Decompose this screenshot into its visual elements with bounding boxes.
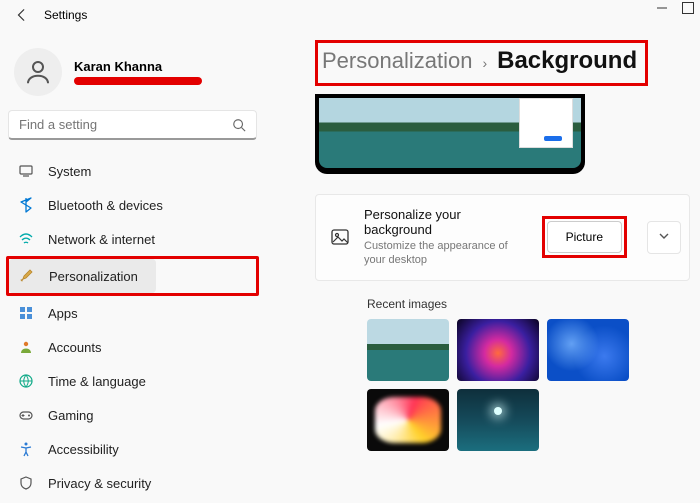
accessibility-icon <box>18 441 34 457</box>
sidebar-item-label: System <box>48 164 91 179</box>
sidebar-item-label: Accounts <box>48 340 101 355</box>
sidebar-item-label: Personalization <box>49 269 138 284</box>
sidebar: Karan Khanna System Bluetooth & devices … <box>0 30 265 503</box>
personalize-card: Personalize your background Customize th… <box>315 194 690 281</box>
recent-image-thumb[interactable] <box>367 319 449 381</box>
apps-icon <box>18 305 34 321</box>
content-area: Personalization › Background Personalize… <box>265 30 700 503</box>
highlight-personalization: Personalization <box>6 256 259 296</box>
highlight-breadcrumb: Personalization › Background <box>315 40 648 86</box>
breadcrumb-current: Background <box>497 47 637 75</box>
person-icon <box>23 57 53 87</box>
expand-button[interactable] <box>647 221 681 254</box>
search-icon <box>232 118 246 132</box>
preview-wallpaper <box>319 98 581 168</box>
account-name: Karan Khanna <box>74 59 202 74</box>
sidebar-item-system[interactable]: System <box>8 154 257 188</box>
shield-icon <box>18 475 34 491</box>
card-title: Personalize your background <box>364 207 528 237</box>
search-box[interactable] <box>8 110 257 140</box>
system-icon <box>18 163 34 179</box>
sidebar-item-network[interactable]: Network & internet <box>8 222 257 256</box>
wifi-icon <box>18 231 34 247</box>
accounts-icon <box>18 339 34 355</box>
sidebar-item-accounts[interactable]: Accounts <box>8 330 257 364</box>
arrow-left-icon <box>15 8 29 22</box>
breadcrumb: Personalization › Background <box>322 47 637 75</box>
redacted-email <box>74 77 202 85</box>
sidebar-item-label: Privacy & security <box>48 476 151 491</box>
sidebar-item-label: Apps <box>48 306 78 321</box>
globe-icon <box>18 373 34 389</box>
recent-image-thumb[interactable] <box>457 319 539 381</box>
recent-image-thumb[interactable] <box>367 389 449 451</box>
app-title: Settings <box>44 8 87 22</box>
sidebar-item-label: Time & language <box>48 374 146 389</box>
maximize-icon[interactable] <box>682 2 694 14</box>
account-block[interactable]: Karan Khanna <box>8 40 257 110</box>
recent-images-label: Recent images <box>367 297 690 311</box>
picture-icon <box>330 227 350 247</box>
background-type-dropdown[interactable]: Picture <box>547 221 622 253</box>
recent-images-grid <box>367 319 690 451</box>
chevron-down-icon <box>658 230 670 242</box>
window-controls <box>656 2 694 14</box>
paintbrush-icon <box>19 268 35 284</box>
sidebar-item-label: Gaming <box>48 408 94 423</box>
minimize-icon[interactable] <box>656 2 668 14</box>
sidebar-item-label: Bluetooth & devices <box>48 198 163 213</box>
breadcrumb-parent[interactable]: Personalization <box>322 48 472 74</box>
recent-image-thumb[interactable] <box>457 389 539 451</box>
highlight-dropdown: Picture <box>542 216 627 258</box>
gaming-icon <box>18 407 34 423</box>
preview-window <box>519 98 573 148</box>
sidebar-item-label: Network & internet <box>48 232 155 247</box>
back-button[interactable] <box>10 3 34 27</box>
sidebar-item-accessibility[interactable]: Accessibility <box>8 432 257 466</box>
bluetooth-icon <box>18 197 34 213</box>
sidebar-item-label: Accessibility <box>48 442 119 457</box>
sidebar-item-privacy[interactable]: Privacy & security <box>8 466 257 500</box>
sidebar-item-bluetooth[interactable]: Bluetooth & devices <box>8 188 257 222</box>
sidebar-item-personalization[interactable]: Personalization <box>9 259 156 293</box>
sidebar-item-time-language[interactable]: Time & language <box>8 364 257 398</box>
search-input[interactable] <box>19 117 232 132</box>
desktop-preview <box>315 94 585 174</box>
card-subtitle: Customize the appearance of your desktop <box>364 239 528 268</box>
chevron-right-icon: › <box>482 55 487 71</box>
sidebar-item-gaming[interactable]: Gaming <box>8 398 257 432</box>
sidebar-item-apps[interactable]: Apps <box>8 296 257 330</box>
avatar <box>14 48 62 96</box>
recent-image-thumb[interactable] <box>547 319 629 381</box>
